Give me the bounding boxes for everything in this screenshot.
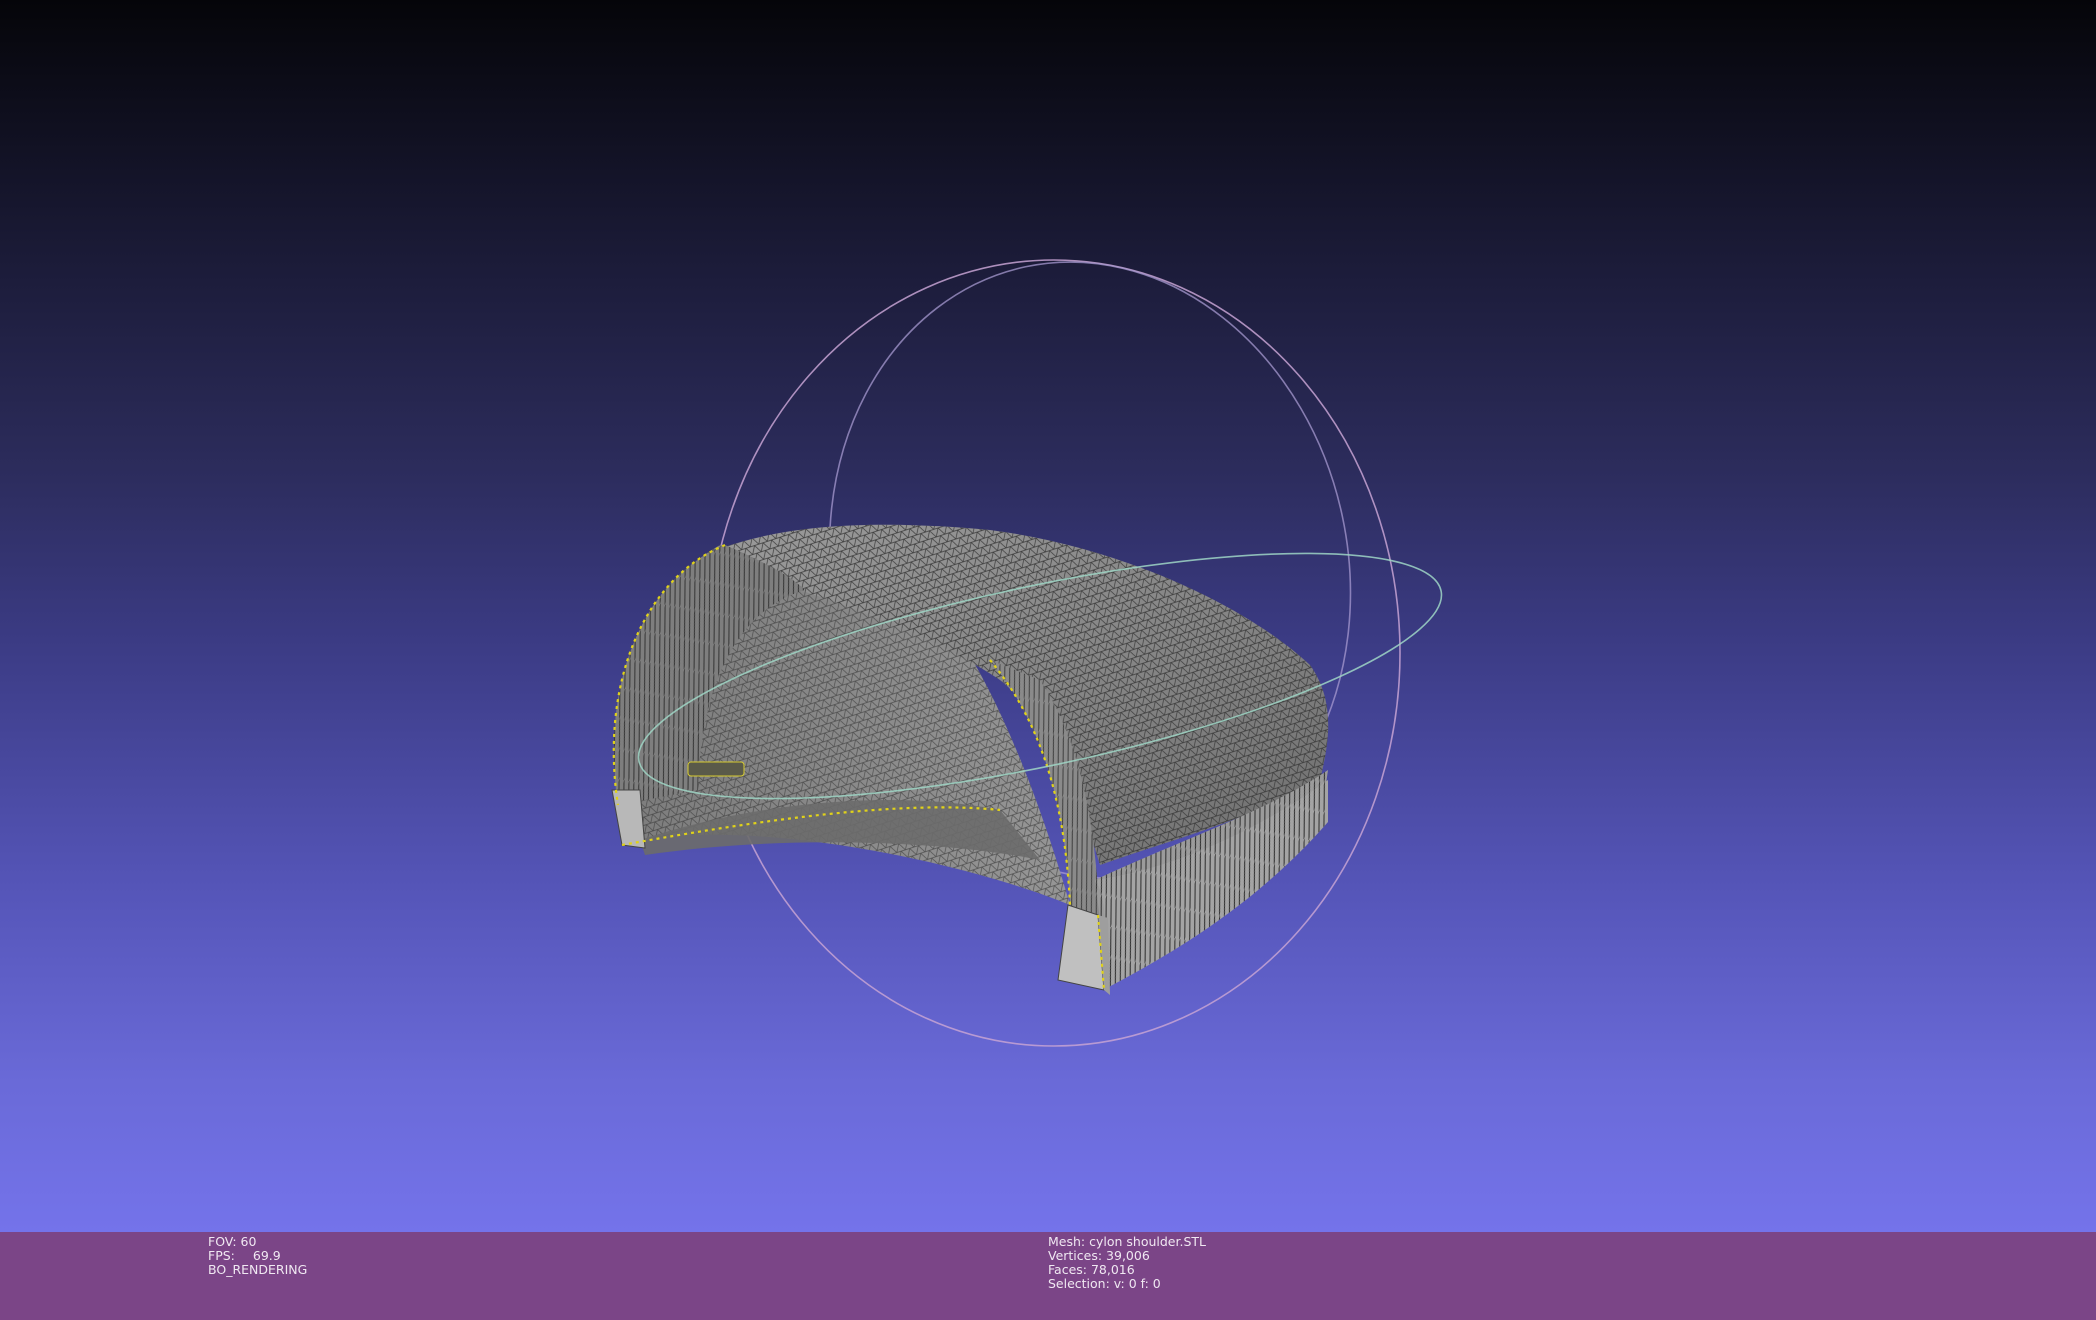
mesh-model[interactable]: [611, 524, 1329, 995]
fov-label: FOV:: [208, 1234, 237, 1249]
3d-viewport[interactable]: [0, 0, 2096, 1232]
render-mode: BO_RENDERING: [208, 1262, 308, 1277]
mesh-info: Mesh: cylon shoulder.STL Vertices: 39,00…: [1048, 1235, 1206, 1291]
mesh-right-foot: [1057, 904, 1105, 991]
scene-canvas[interactable]: [0, 0, 2096, 1232]
fps-value: 69.9: [252, 1248, 281, 1263]
mesh-engraving: [687, 761, 745, 777]
render-info: FOV: 60 FPS: 69.9 BO_RENDERING: [208, 1235, 307, 1277]
fov-value: 60: [240, 1234, 257, 1249]
fov-readout: FOV: 60: [208, 1235, 307, 1249]
fps-label: FPS:: [208, 1248, 235, 1263]
face-count: Faces: 78,016: [1048, 1262, 1135, 1277]
info-bar: FOV: 60 FPS: 69.9 BO_RENDERING Mesh: cylo…: [0, 1232, 2096, 1320]
selection-info: Selection: v: 0 f: 0: [1048, 1276, 1161, 1291]
vertex-count: Vertices: 39,006: [1048, 1248, 1150, 1263]
mesh-name: Mesh: cylon shoulder.STL: [1048, 1234, 1206, 1249]
fps-readout: FPS: 69.9: [208, 1249, 307, 1263]
